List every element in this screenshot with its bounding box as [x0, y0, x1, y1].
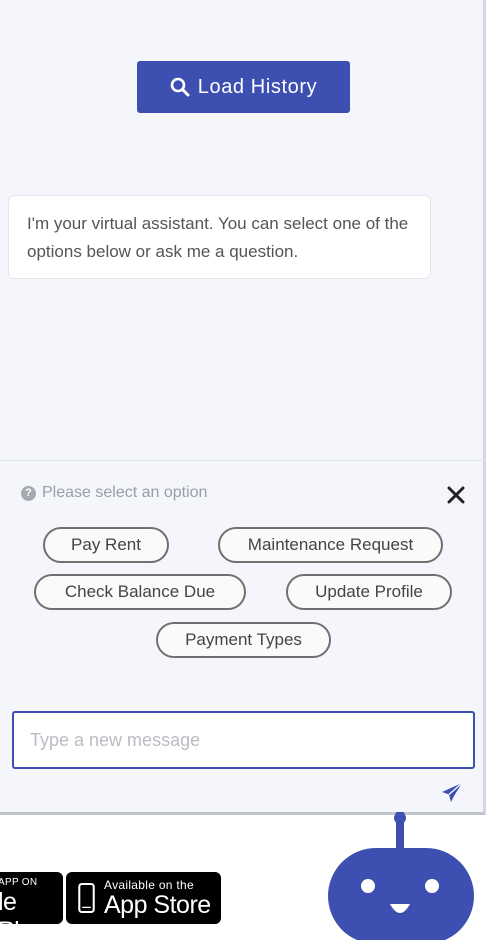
- app-store-badge[interactable]: Available on the App Store: [66, 872, 221, 924]
- chatbot-icon: [328, 812, 474, 944]
- option-maintenance-request[interactable]: Maintenance Request: [218, 527, 443, 563]
- app-store-small-text: Available on the: [104, 878, 194, 892]
- load-history-button[interactable]: Load History: [137, 61, 350, 113]
- phone-icon: [78, 882, 95, 914]
- close-icon: [447, 486, 465, 504]
- assistant-message: I'm your virtual assistant. You can sele…: [8, 195, 431, 279]
- option-pay-rent[interactable]: Pay Rent: [43, 527, 169, 563]
- google-play-big-text: le Play: [0, 888, 45, 924]
- load-history-label: Load History: [197, 75, 318, 98]
- message-input[interactable]: [12, 711, 475, 769]
- google-play-small-text: APP ON: [0, 877, 38, 888]
- send-icon[interactable]: [441, 782, 463, 804]
- google-play-badge[interactable]: APP ON le Play: [0, 872, 63, 924]
- chat-panel: Load History I'm your virtual assistant.…: [0, 0, 486, 815]
- close-options-button[interactable]: [444, 483, 468, 507]
- search-icon: [170, 77, 190, 97]
- app-store-big-text: App Store: [104, 891, 211, 919]
- option-update-profile[interactable]: Update Profile: [286, 574, 452, 610]
- option-prompt: ? Please select an option: [21, 484, 207, 502]
- option-check-balance-due[interactable]: Check Balance Due: [34, 574, 246, 610]
- chatbot-launcher[interactable]: [320, 810, 500, 944]
- option-payment-types[interactable]: Payment Types: [156, 622, 331, 658]
- option-prompt-text: Please select an option: [42, 484, 208, 501]
- question-icon: ?: [21, 485, 36, 501]
